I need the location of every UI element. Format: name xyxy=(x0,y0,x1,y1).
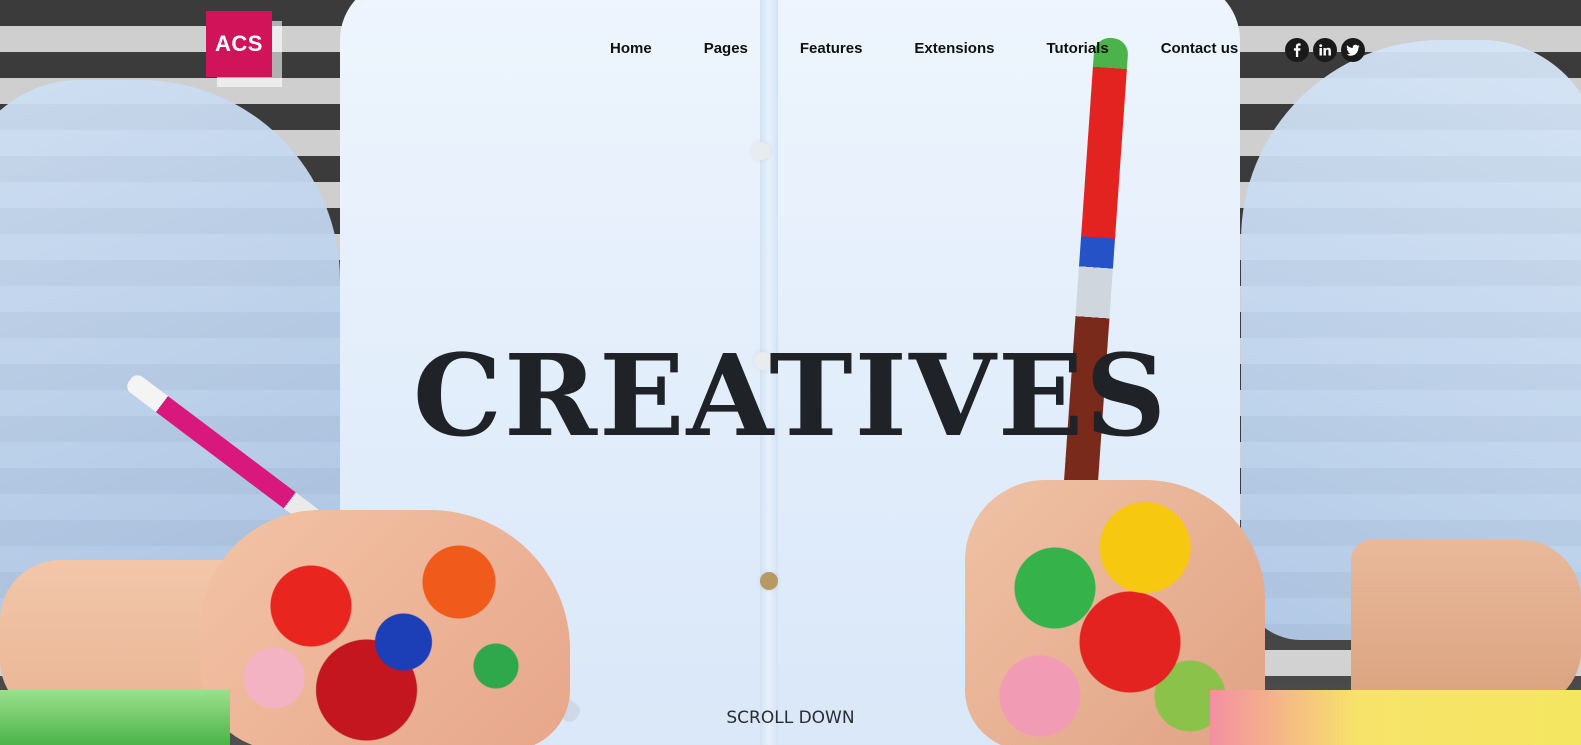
social-links xyxy=(1285,38,1365,62)
hero-title: CREATIVES xyxy=(412,331,1169,462)
scroll-down-link[interactable]: SCROLL DOWN xyxy=(0,708,1581,728)
nav-item-extensions[interactable]: Extensions xyxy=(914,38,994,60)
nav-item-tutorials[interactable]: Tutorials xyxy=(1046,38,1108,60)
page: ACS Home Pages Features Extensions Tutor… xyxy=(0,0,1581,745)
shirt-button xyxy=(752,142,770,160)
twitter-icon[interactable] xyxy=(1341,38,1365,62)
main-nav: Home Pages Features Extensions Tutorials… xyxy=(610,38,1276,60)
shirt-button xyxy=(760,572,778,590)
logo: ACS xyxy=(206,11,272,77)
nav-item-contact[interactable]: Contact us xyxy=(1161,38,1239,60)
nav-item-home[interactable]: Home xyxy=(610,38,652,60)
facebook-icon[interactable] xyxy=(1285,38,1309,62)
nav-item-features[interactable]: Features xyxy=(800,38,863,60)
nav-item-pages[interactable]: Pages xyxy=(704,38,748,60)
linkedin-icon[interactable] xyxy=(1313,38,1337,62)
logo-link[interactable]: ACS xyxy=(206,11,282,87)
forearm-right xyxy=(1351,540,1581,710)
site-header: ACS Home Pages Features Extensions Tutor… xyxy=(0,0,1581,100)
